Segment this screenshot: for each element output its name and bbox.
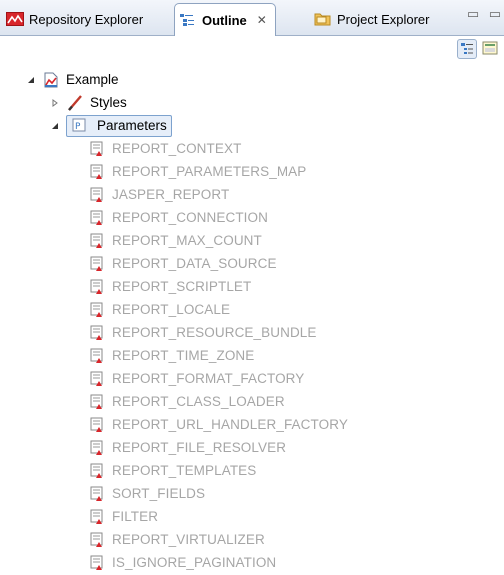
parameter-icon [88,531,106,549]
svg-text:P: P [75,122,81,132]
parameter-label: REPORT_TEMPLATES [112,463,257,478]
tree-node-example[interactable]: Example [26,68,119,91]
parameter-icon [88,163,106,181]
parameter-label: IS_IGNORE_PAGINATION [112,555,277,570]
tree-node-parameter[interactable]: REPORT_FORMAT_FACTORY [88,367,304,390]
close-icon[interactable]: ✕ [257,13,267,27]
tree-node-styles[interactable]: Styles [50,91,127,114]
parameter-label: REPORT_CONNECTION [112,210,268,225]
parameter-label: REPORT_DATA_SOURCE [112,256,277,271]
window-controls[interactable]: ▭ ▭ [467,6,504,22]
project-explorer-icon [314,11,332,27]
parameter-label: REPORT_CLASS_LOADER [112,394,285,409]
tree-node-parameter[interactable]: REPORT_MAX_COUNT [88,229,262,252]
repository-icon [6,11,24,27]
collapse-arrow-icon[interactable] [50,98,60,108]
parameter-icon [88,186,106,204]
tree-node-parameter[interactable]: REPORT_SCRIPTLET [88,275,251,298]
tree-node-label: Example [66,72,119,87]
parameter-icon [88,485,106,503]
parameter-label: REPORT_FILE_RESOLVER [112,440,287,455]
parameter-icon [88,232,106,250]
styles-icon [66,94,84,112]
tree-view-toggle-button[interactable] [457,39,477,59]
expand-arrow-icon[interactable] [50,121,60,131]
parameter-label: REPORT_VIRTUALIZER [112,532,265,547]
tree-node-label: Parameters [97,118,167,133]
parameter-icon [88,301,106,319]
parameter-icon [88,140,106,158]
tree-node-parameter[interactable]: REPORT_VIRTUALIZER [88,528,265,551]
parameter-icon [88,209,106,227]
tree-node-parameter[interactable]: REPORT_CONNECTION [88,206,268,229]
parameter-icon [88,462,106,480]
parameter-icon [88,324,106,342]
parameter-icon [88,278,106,296]
parameters-icon: P [71,117,89,135]
view-tab-bar: Repository Explorer Outline ✕ Project Ex… [0,0,504,36]
parameter-label: REPORT_PARAMETERS_MAP [112,164,307,179]
selected-node-highlight: P Parameters [66,114,172,137]
tree-view-icon [461,43,473,54]
parameter-label: REPORT_MAX_COUNT [112,233,262,248]
parameter-label: REPORT_TIME_ZONE [112,348,255,363]
tab-outline[interactable]: Outline ✕ [174,3,276,36]
parameter-label: REPORT_RESOURCE_BUNDLE [112,325,317,340]
report-icon [42,71,60,89]
expand-arrow-icon[interactable] [26,75,36,85]
parameter-icon [88,416,106,434]
parameter-icon [88,508,106,526]
parameter-label: FILTER [112,509,159,524]
tree-node-parameter[interactable]: REPORT_URL_HANDLER_FACTORY [88,413,348,436]
parameter-icon [88,393,106,411]
tree-node-parameter[interactable]: REPORT_DATA_SOURCE [88,252,277,275]
tree-node-parameter[interactable]: REPORT_FILE_RESOLVER [88,436,286,459]
tree-node-parameter[interactable]: REPORT_CLASS_LOADER [88,390,285,413]
tree-node-parameter[interactable]: REPORT_CONTEXT [88,137,241,160]
tab-label: Repository Explorer [29,11,144,27]
thumbnail-icon [482,41,498,55]
tab-repository-explorer[interactable]: Repository Explorer [0,4,143,34]
tree-node-parameter[interactable]: SORT_FIELDS [88,482,205,505]
tree-node-parameters[interactable]: P Parameters [50,114,172,137]
parameter-icon [88,439,106,457]
parameter-label: REPORT_CONTEXT [112,141,242,156]
parameter-label: REPORT_URL_HANDLER_FACTORY [112,417,348,432]
tree-node-parameter[interactable]: REPORT_TIME_ZONE [88,344,254,367]
parameter-label: REPORT_SCRIPTLET [112,279,252,294]
tree-node-parameter[interactable]: REPORT_LOCALE [88,298,230,321]
tree-node-label: Styles [90,95,127,110]
parameter-label: SORT_FIELDS [112,486,206,501]
tree-node-parameter[interactable]: FILTER [88,505,158,528]
tree-node-parameter[interactable]: REPORT_PARAMETERS_MAP [88,160,306,183]
tab-label: Outline [202,12,247,28]
parameter-icon [88,554,106,572]
parameter-label: REPORT_FORMAT_FACTORY [112,371,305,386]
parameter-icon [88,347,106,365]
view-toolbar [0,36,504,62]
outline-icon [179,12,197,28]
tree-node-parameter[interactable]: REPORT_TEMPLATES [88,459,256,482]
tree-node-parameter[interactable]: JASPER_REPORT [88,183,229,206]
tab-label: Project Explorer [337,11,430,27]
parameter-icon [88,255,106,273]
parameter-icon [88,370,106,388]
tree-node-parameter[interactable]: REPORT_RESOURCE_BUNDLE [88,321,317,344]
tree-node-parameter[interactable]: IS_IGNORE_PAGINATION [88,551,276,574]
parameter-label: REPORT_LOCALE [112,302,231,317]
parameter-label: JASPER_REPORT [112,187,230,202]
thumbnail-view-button[interactable] [481,39,501,59]
tab-project-explorer[interactable]: Project Explorer [308,4,429,34]
